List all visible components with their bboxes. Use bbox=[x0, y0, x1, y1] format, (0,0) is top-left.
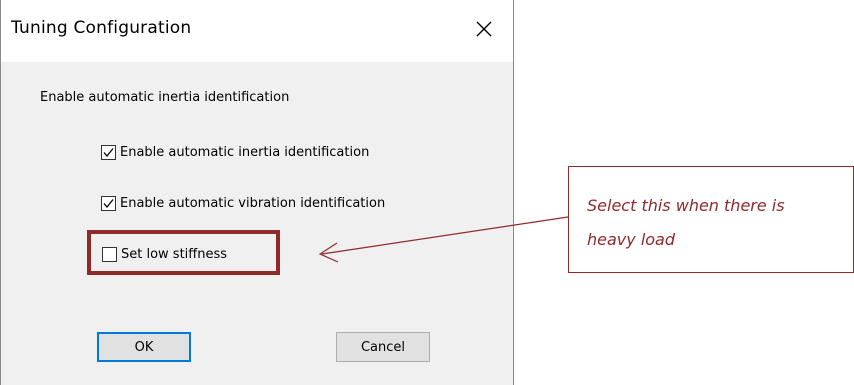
checkmark-icon bbox=[103, 148, 114, 158]
title-bar: Tuning Configuration bbox=[1, 0, 513, 62]
vibration-checkbox[interactable] bbox=[101, 196, 116, 211]
dialog-title: Tuning Configuration bbox=[11, 18, 192, 38]
inertia-checkbox-label: Enable automatic inertia identification bbox=[120, 145, 370, 160]
close-icon bbox=[476, 21, 492, 41]
inertia-checkbox[interactable] bbox=[101, 145, 116, 160]
option-inertia-identification[interactable]: Enable automatic inertia identification bbox=[101, 145, 369, 160]
option-vibration-identification[interactable]: Enable automatic vibration identificatio… bbox=[101, 196, 385, 211]
close-button[interactable] bbox=[467, 14, 501, 48]
section-label: Enable automatic inertia identification bbox=[40, 90, 290, 105]
checkmark-icon bbox=[103, 199, 114, 209]
callout-text: Select this when there is heavy load bbox=[587, 196, 785, 249]
ok-button[interactable]: OK bbox=[97, 332, 191, 362]
annotation-callout: Select this when there is heavy load bbox=[568, 166, 854, 273]
low-stiffness-highlight-box bbox=[87, 230, 280, 275]
tuning-configuration-dialog: Tuning Configuration Enable automatic in… bbox=[0, 0, 514, 385]
vibration-checkbox-label: Enable automatic vibration identificatio… bbox=[120, 196, 386, 211]
screenshot-stage: Tuning Configuration Enable automatic in… bbox=[0, 0, 854, 385]
cancel-button[interactable]: Cancel bbox=[336, 332, 430, 362]
dialog-body: Enable automatic inertia identification … bbox=[1, 62, 513, 385]
